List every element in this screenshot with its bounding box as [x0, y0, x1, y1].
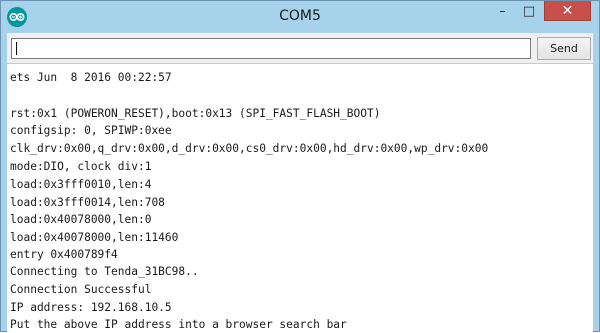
output-line: Connection Successful: [10, 283, 152, 296]
output-line: IP address: 192.168.10.5: [10, 301, 172, 314]
close-button[interactable]: ✕: [544, 1, 591, 21]
output-line: clk_drv:0x00,q_drv:0x00,d_drv:0x00,cs0_d…: [10, 142, 489, 155]
output-line: load:0x40078000,len:11460: [10, 231, 179, 244]
output-line: Put the above IP address into a browser …: [10, 318, 347, 331]
output-line: entry 0x400789f4: [10, 248, 118, 261]
output-line: load:0x40078000,len:0: [10, 213, 152, 226]
maximize-button[interactable]: □: [516, 1, 542, 21]
output-line: configsip: 0, SPIWP:0xee: [10, 124, 172, 137]
serial-monitor-window: COM5 – □ ✕ Send ets Jun 8 2016 00:22:57 …: [0, 0, 600, 333]
serial-output[interactable]: ets Jun 8 2016 00:22:57 rst:0x1 (POWERON…: [7, 63, 593, 333]
title-bar[interactable]: COM5 – □ ✕: [1, 1, 599, 33]
send-toolbar: Send: [7, 33, 593, 63]
output-line: Connecting to Tenda_31BC98..: [10, 265, 199, 278]
output-line: load:0x3fff0010,len:4: [10, 178, 152, 191]
send-button[interactable]: Send: [537, 37, 591, 60]
minimize-button[interactable]: –: [489, 1, 516, 21]
output-line: ets Jun 8 2016 00:22:57: [10, 71, 172, 84]
text-caret: [16, 42, 17, 55]
output-line: mode:DIO, clock div:1: [10, 160, 152, 173]
output-line: rst:0x1 (POWERON_RESET),boot:0x13 (SPI_F…: [10, 107, 381, 120]
output-line: load:0x3fff0014,len:708: [10, 196, 165, 209]
serial-input[interactable]: [11, 38, 531, 59]
